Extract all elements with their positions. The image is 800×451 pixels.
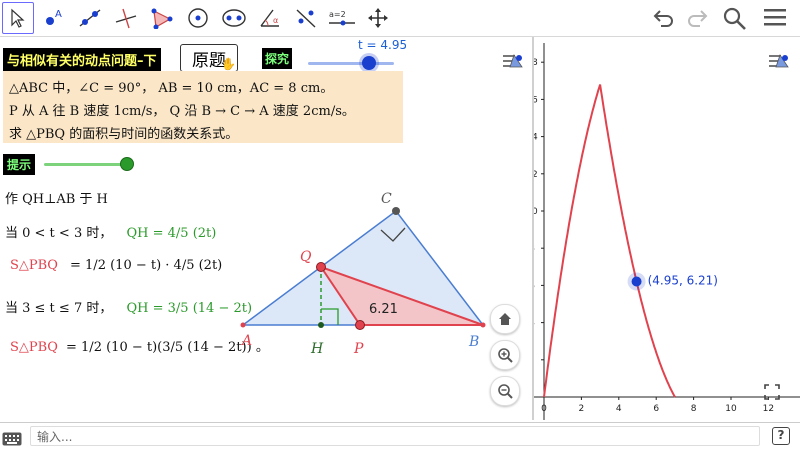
- triangle-figure: C A B Q H P 6.21: [240, 191, 486, 357]
- y-tick-label: 16: [534, 95, 538, 105]
- undo-icon[interactable]: [652, 6, 676, 34]
- fullscreen-icon[interactable]: [758, 378, 786, 406]
- y-tick-label: 18: [534, 58, 538, 68]
- label-q: Q: [300, 249, 312, 265]
- label-c: C: [381, 191, 392, 207]
- graphics-view-2[interactable]: 18161412108642024681012(4.95, 6.21): [526, 37, 800, 420]
- point-c: [392, 207, 400, 215]
- label-h: H: [310, 341, 324, 357]
- x-tick-label: 2: [579, 404, 585, 414]
- graphics2-style-icon[interactable]: [764, 46, 794, 74]
- y-tick-label: 4: [534, 319, 535, 329]
- y-tick-label: 8: [534, 244, 535, 254]
- zoom-out-icon[interactable]: [490, 376, 520, 406]
- search-icon[interactable]: [722, 6, 748, 36]
- x-tick-label: 4: [616, 404, 622, 414]
- label-p: P: [353, 341, 364, 357]
- y-tick-label: 2: [534, 356, 535, 366]
- graphics-style-icon[interactable]: [498, 46, 528, 74]
- y-tick-label: 6: [534, 281, 535, 291]
- y-tick-label: 14: [534, 133, 538, 143]
- menu-icon[interactable]: [762, 6, 788, 34]
- x-tick-label: 10: [725, 404, 737, 414]
- keyboard-icon[interactable]: [2, 431, 22, 450]
- x-tick-label: 6: [653, 404, 659, 414]
- area-function-curve: [543, 84, 676, 398]
- help-icon[interactable]: ?: [772, 427, 790, 445]
- function-graph: 18161412108642024681012(4.95, 6.21): [526, 43, 800, 420]
- home-icon[interactable]: [490, 304, 520, 334]
- redo-icon[interactable]: [685, 6, 709, 34]
- label-b: B: [468, 334, 479, 350]
- y-tick-label: 10: [534, 207, 538, 217]
- zoom-in-icon[interactable]: [490, 340, 520, 370]
- input-field[interactable]: 输入...: [30, 426, 760, 446]
- point-q: [316, 262, 326, 272]
- point-h: [318, 322, 324, 328]
- highlight-point-label: (4.95, 6.21): [648, 273, 718, 287]
- label-a: A: [240, 333, 252, 349]
- x-tick-label: 0: [541, 404, 547, 414]
- point-a: [240, 322, 246, 328]
- point-p: [355, 320, 365, 330]
- input-bar: 输入... ?: [0, 422, 800, 451]
- highlight-point: [631, 276, 642, 287]
- area-value-label: 6.21: [369, 302, 398, 317]
- x-tick-label: 8: [691, 404, 697, 414]
- y-tick-label: 12: [534, 170, 538, 180]
- point-b: [480, 322, 486, 328]
